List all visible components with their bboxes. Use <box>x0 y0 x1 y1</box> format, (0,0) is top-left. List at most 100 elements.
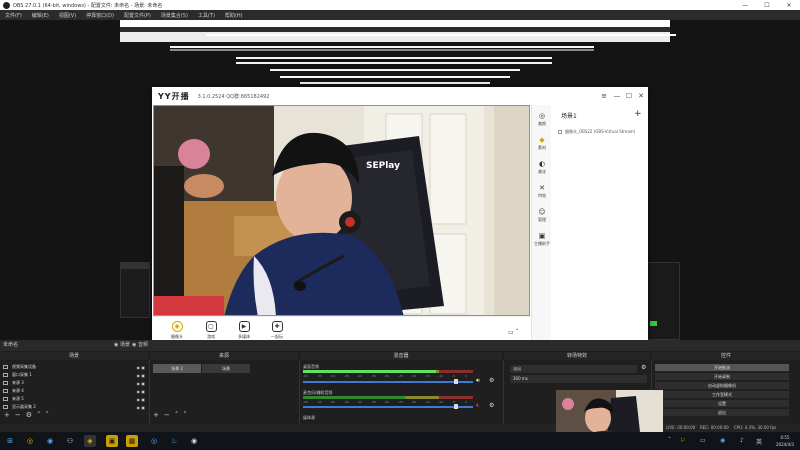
virtual-camera-button[interactable]: 启动虚拟摄像机 <box>655 382 789 390</box>
camera-preview[interactable]: SEPlay <box>153 105 530 316</box>
tray-steam-icon[interactable]: ◉ <box>720 437 725 444</box>
steam-icon[interactable]: ◉ <box>44 435 56 447</box>
obs-window-title: OBS 27.0.1 (64-bit, windows) - 配置文件: 未命名… <box>13 2 163 9</box>
menu-docks[interactable]: 停靠窗口(D) <box>81 12 119 19</box>
yy-menu-icon[interactable]: ≡ <box>599 91 609 101</box>
settings-button[interactable]: 设置 <box>655 400 789 408</box>
chevron-up-icon[interactable]: ˄ <box>37 411 41 419</box>
volume-slider-handle[interactable] <box>454 404 458 409</box>
minimize-button[interactable]: — <box>734 0 756 10</box>
list-item[interactable]: 来源 3 ◉ ▣ <box>0 379 149 387</box>
list-item[interactable]: 来源 5 ◉ ▣ <box>0 395 149 403</box>
tray-battery-icon[interactable]: ▭ <box>700 437 706 444</box>
obs-taskbar-icon[interactable]: ⚇ <box>64 435 76 447</box>
remove-icon[interactable]: − <box>15 411 21 419</box>
menu-profile[interactable]: 配置文件(P) <box>119 12 156 19</box>
sidebar-item-effects[interactable]: ✕ 特效 <box>532 183 552 207</box>
taskbar-clock[interactable]: 0:55 2024/4/3 <box>772 434 798 448</box>
gear-icon[interactable]: ⚙ <box>489 402 494 409</box>
audio-meter <box>303 370 473 373</box>
start-recording-button[interactable]: 开始录制 <box>655 373 789 381</box>
list-item[interactable]: 显示器采集 2 ◉ ▣ <box>0 403 149 411</box>
speaker-icon[interactable]: 🔊︎ <box>476 377 480 385</box>
app-icon[interactable]: ◉ <box>188 435 200 447</box>
menu-tools[interactable]: 工具(T) <box>193 12 220 19</box>
source-item[interactable]: 摄像头_OBS22 (OBS-Virtual Stream) <box>558 129 635 135</box>
volume-slider-handle[interactable] <box>454 379 458 384</box>
layers-icon: ◆ <box>539 136 545 144</box>
yy-maximize-button[interactable]: ☐ <box>624 91 634 101</box>
app-icon[interactable]: ◎ <box>148 435 160 447</box>
tab-scenes[interactable]: ◉ 场景 <box>114 341 130 348</box>
chrome-icon[interactable]: ◎ <box>24 435 36 447</box>
tab-scene-name[interactable]: 未命名 <box>3 341 18 348</box>
visibility-eye-icon[interactable]: ◉ ▣ <box>136 365 145 370</box>
visibility-eye-icon[interactable]: ◉ ▣ <box>136 373 145 378</box>
meter-tick-label: 0 <box>465 400 467 404</box>
list-item[interactable]: 视频采集设备 ◉ ▣ <box>0 363 149 371</box>
app-icon[interactable]: ▣ <box>106 435 118 447</box>
source-checkbox[interactable] <box>558 130 562 134</box>
visibility-eye-icon[interactable]: ◉ ▣ <box>136 397 145 402</box>
menu-help[interactable]: 帮助(H) <box>220 12 248 19</box>
menu-edit[interactable]: 编辑(E) <box>27 12 54 19</box>
sidebar-item-decorate[interactable]: ◐ 美化 <box>532 159 552 183</box>
tab-audio[interactable]: ◉ 音频 <box>132 341 148 348</box>
gear-icon[interactable]: ⚙ <box>641 364 646 371</box>
tray-volume-icon[interactable]: ♪ <box>740 437 744 444</box>
start-icon[interactable]: ⊞ <box>4 435 16 447</box>
game-button[interactable]: ▢ 游戏 <box>194 321 228 340</box>
menu-scene-collection[interactable]: 场景集合(S) <box>156 12 193 19</box>
tray-app-icon[interactable]: ⚐ <box>680 437 685 444</box>
sidebar-item-label: 特效 <box>538 193 546 198</box>
capture-artifact <box>300 82 490 84</box>
sidebar-item-materials[interactable]: ◆ 素材 <box>532 135 552 159</box>
chevron-up-icon[interactable]: ˄ <box>175 411 179 419</box>
remove-icon[interactable]: − <box>164 411 170 419</box>
source-item-scene2[interactable]: 场景 2 <box>153 364 201 373</box>
add-icon[interactable]: + <box>153 411 159 419</box>
sidebar-item-manage[interactable]: ☺ 管理 <box>532 207 552 231</box>
maximize-button[interactable]: ☐ <box>756 0 778 10</box>
studio-mode-button[interactable]: 工作室模式 <box>655 391 789 399</box>
gear-icon[interactable]: ⚙ <box>26 411 32 419</box>
visibility-eye-icon[interactable]: ◉ ▣ <box>136 381 145 386</box>
chevron-down-icon[interactable]: ˅ <box>183 411 187 419</box>
close-button[interactable]: ✕ <box>778 0 800 10</box>
transition-select[interactable]: 淡出 <box>510 365 637 373</box>
add-source-button[interactable]: + <box>634 109 642 119</box>
list-item[interactable]: 窗口采集 1 ◉ ▣ <box>0 371 149 379</box>
record-icon[interactable]: ▭ ˆ <box>508 329 519 336</box>
sidebar-item-beauty[interactable]: ◎ 美颜 <box>532 111 552 135</box>
tray-language-icon[interactable]: 英 <box>756 437 762 446</box>
gear-icon[interactable]: ⚙ <box>489 377 494 384</box>
list-item[interactable]: 来源 4 ◉ ▣ <box>0 387 149 395</box>
mixer-channel-mic: 麦克风/辅助音频 <box>303 389 501 396</box>
sidebar-item-assistant[interactable]: ▣ 主播助手 <box>532 231 552 255</box>
source-item-scene[interactable]: 场景 <box>202 364 250 373</box>
muted-speaker-icon[interactable]: 🔇︎ <box>476 402 480 410</box>
chevron-down-icon[interactable]: ˅ <box>46 411 50 419</box>
tray-expand-icon[interactable]: ˆ <box>668 437 671 444</box>
menu-view[interactable]: 视图(V) <box>54 12 81 19</box>
add-icon[interactable]: + <box>4 411 10 419</box>
scenes-toolbar: + − ⚙ ˄ ˅ <box>4 411 54 419</box>
volume-slider[interactable] <box>303 406 473 408</box>
exit-button[interactable]: 退出 <box>655 409 789 417</box>
meter-tick-label: -15 <box>425 374 430 378</box>
app-icon[interactable]: ▦ <box>126 435 138 447</box>
yy-close-button[interactable]: ✕ <box>636 91 646 101</box>
steam-icon[interactable]: ♨ <box>168 435 180 447</box>
visibility-eye-icon[interactable]: ◉ ▣ <box>136 389 145 394</box>
start-streaming-button[interactable]: 开始推流 <box>655 364 789 372</box>
menu-file[interactable]: 文件(F) <box>0 12 27 19</box>
camera-button[interactable]: ◉ 摄像头 <box>160 321 194 340</box>
yy-taskbar-icon[interactable]: ◈ <box>84 435 96 447</box>
media-button[interactable]: ▶ 多媒体 <box>227 321 261 340</box>
channel-name: 媒体源 <box>303 415 315 420</box>
transition-duration-input[interactable]: 300 ms <box>510 375 647 383</box>
play-together-button[interactable]: ✚ 一起玩 <box>260 321 294 340</box>
visibility-eye-icon[interactable]: ◉ ▣ <box>136 405 145 410</box>
volume-slider[interactable] <box>303 381 473 383</box>
yy-minimize-button[interactable]: — <box>612 91 622 101</box>
